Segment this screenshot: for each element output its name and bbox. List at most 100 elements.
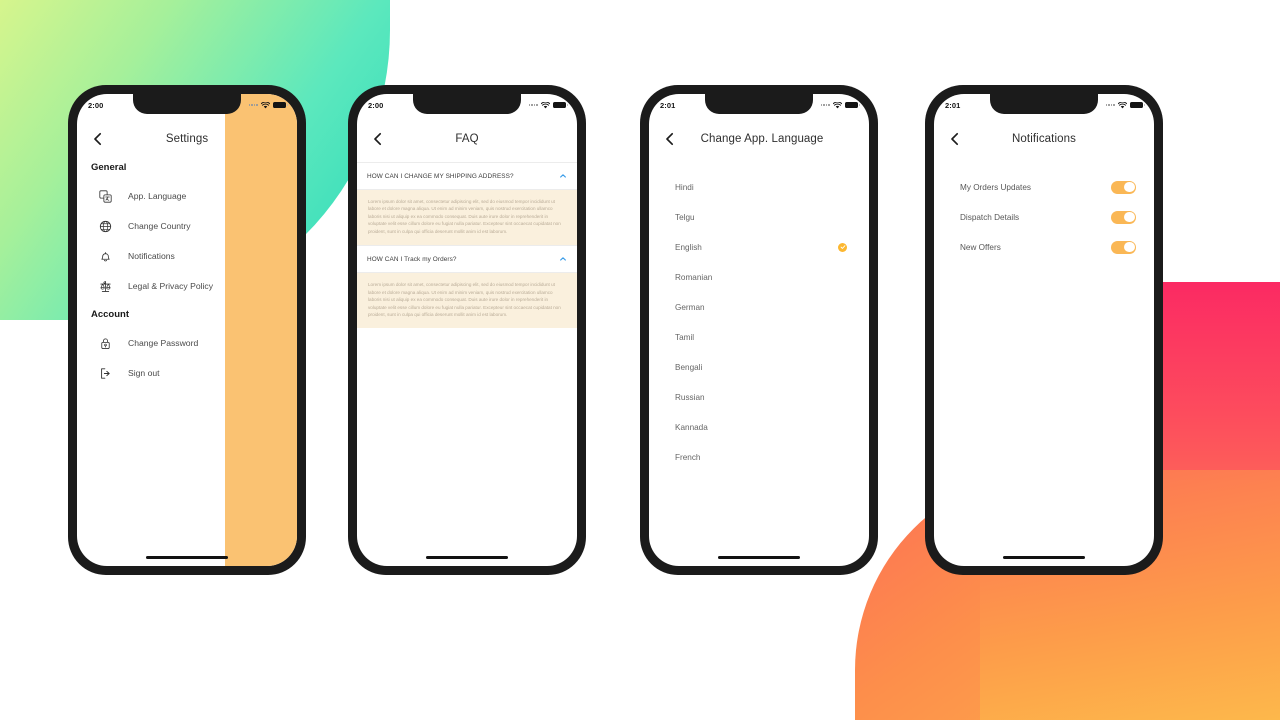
notification-label: My Orders Updates	[960, 182, 1031, 192]
toggle-knob	[1124, 241, 1135, 253]
settings-item-legal-privacy-policy[interactable]: Legal & Privacy Policy	[77, 271, 297, 301]
section-heading-account: Account	[91, 309, 129, 320]
notification-label: New Offers	[960, 242, 1001, 252]
screen-notifications: 2:01 Notifications My Orders Updates Dis…	[934, 94, 1154, 566]
translate-icon	[99, 189, 112, 203]
chevron-up-icon[interactable]	[559, 255, 567, 263]
back-chevron-icon[interactable]	[371, 132, 385, 146]
faq-question-text: HOW CAN I CHANGE MY SHIPPING ADDRESS?	[367, 172, 514, 180]
language-option-french[interactable]: French	[649, 442, 869, 472]
language-label: Bengali	[675, 362, 703, 372]
language-option-german[interactable]: German	[649, 292, 869, 322]
lock-icon	[99, 337, 112, 350]
phone-frame-settings: 2:00 Settings General App. Language Chan…	[68, 85, 306, 575]
wifi-icon	[261, 101, 270, 109]
battery-icon	[845, 101, 860, 109]
notch	[413, 94, 521, 114]
language-label: Kannada	[675, 422, 708, 432]
settings-item-sign-out[interactable]: Sign out	[77, 358, 297, 388]
phone-frame-notifications: 2:01 Notifications My Orders Updates Dis…	[925, 85, 1163, 575]
signal-dots-icon	[528, 103, 538, 107]
language-option-kannada[interactable]: Kannada	[649, 412, 869, 442]
back-chevron-icon[interactable]	[948, 132, 962, 146]
notification-row-dispatch-details: Dispatch Details	[934, 202, 1154, 232]
settings-item-label: Legal & Privacy Policy	[128, 281, 214, 291]
language-label: Hindi	[675, 182, 694, 192]
notification-label: Dispatch Details	[960, 212, 1020, 222]
settings-item-change-password[interactable]: Change Password	[77, 328, 297, 358]
language-label: Romanian	[675, 272, 713, 282]
app-mockup-stage: 2:00 Settings General App. Language Chan…	[0, 0, 1280, 720]
settings-item-label: App. Language	[128, 191, 187, 201]
status-time: 2:01	[945, 100, 961, 110]
language-option-tamil[interactable]: Tamil	[649, 322, 869, 352]
screen-language: 2:01 Change App. Language Hindi Telgu En…	[649, 94, 869, 566]
language-option-english[interactable]: English	[649, 232, 869, 262]
chevron-up-icon[interactable]	[559, 172, 567, 180]
language-option-bengali[interactable]: Bengali	[649, 352, 869, 382]
page-title: Settings	[165, 133, 209, 145]
signal-dots-icon	[248, 103, 258, 107]
settings-item-notifications[interactable]: Notifications	[77, 241, 297, 271]
language-list: Hindi Telgu English Romanian German Tami…	[649, 162, 869, 472]
notification-row-new-offers: New Offers	[934, 232, 1154, 262]
faq-question-header[interactable]: HOW CAN I CHANGE MY SHIPPING ADDRESS?	[357, 162, 577, 190]
settings-item-app-language[interactable]: App. Language	[77, 181, 297, 211]
toggle-my-orders-updates[interactable]	[1111, 180, 1136, 194]
nav-bar-settings: Settings	[77, 116, 297, 162]
language-option-hindi[interactable]: Hindi	[649, 172, 869, 202]
nav-bar-language: Change App. Language	[649, 116, 869, 162]
wifi-icon	[541, 101, 550, 109]
language-label: Tamil	[675, 332, 695, 342]
notification-row-my-orders-updates: My Orders Updates	[934, 172, 1154, 202]
toggle-knob	[1124, 211, 1135, 223]
toggle-dispatch-details[interactable]	[1111, 210, 1136, 224]
home-indicator	[1003, 556, 1085, 559]
globe-icon	[99, 220, 112, 233]
home-indicator	[146, 556, 228, 559]
screen-settings: 2:00 Settings General App. Language Chan…	[77, 94, 297, 566]
bell-icon	[99, 250, 112, 263]
settings-item-label: Change Password	[128, 338, 199, 348]
language-option-telgu[interactable]: Telgu	[649, 202, 869, 232]
section-heading-general: General	[91, 162, 127, 173]
language-option-russian[interactable]: Russian	[649, 382, 869, 412]
toggle-knob	[1124, 181, 1135, 193]
signal-dots-icon	[820, 103, 830, 107]
language-label: French	[675, 452, 701, 462]
status-time: 2:01	[660, 100, 676, 110]
page-title: Notifications	[1012, 133, 1076, 145]
wifi-icon	[1118, 101, 1127, 109]
language-label: German	[675, 302, 705, 312]
scales-icon	[99, 280, 112, 293]
back-chevron-icon[interactable]	[663, 132, 677, 146]
notch	[705, 94, 813, 114]
nav-bar-notifications: Notifications	[934, 116, 1154, 162]
settings-item-change-country[interactable]: Change Country	[77, 211, 297, 241]
language-label: Russian	[675, 392, 705, 402]
wifi-icon	[833, 101, 842, 109]
language-option-romanian[interactable]: Romanian	[649, 262, 869, 292]
status-time: 2:00	[88, 100, 104, 110]
faq-question-text: HOW CAN I Track my Orders?	[367, 255, 457, 263]
faq-answer-text: Lorem ipsum dolor sit amet, consectetur …	[357, 273, 577, 329]
page-title: FAQ	[455, 133, 479, 145]
status-time: 2:00	[368, 100, 384, 110]
language-label: English	[675, 242, 702, 252]
notch	[990, 94, 1098, 114]
toggle-new-offers[interactable]	[1111, 240, 1136, 254]
back-chevron-icon[interactable]	[91, 132, 105, 146]
phone-frame-faq: 2:00 FAQ HOW CAN I CHANGE MY SHIPPING AD…	[348, 85, 586, 575]
settings-item-label: Notifications	[128, 251, 175, 261]
settings-item-label: Sign out	[128, 368, 160, 378]
settings-list: General App. Language Change Country Not…	[77, 162, 297, 388]
faq-accordion-list: HOW CAN I CHANGE MY SHIPPING ADDRESS? Lo…	[357, 162, 577, 329]
screen-faq: 2:00 FAQ HOW CAN I CHANGE MY SHIPPING AD…	[357, 94, 577, 566]
faq-answer-text: Lorem ipsum dolor sit amet, consectetur …	[357, 190, 577, 246]
nav-bar-faq: FAQ	[357, 116, 577, 162]
notification-toggle-list: My Orders Updates Dispatch Details New O…	[934, 162, 1154, 262]
faq-question-header[interactable]: HOW CAN I Track my Orders?	[357, 245, 577, 274]
phone-frame-language: 2:01 Change App. Language Hindi Telgu En…	[640, 85, 878, 575]
settings-item-label: Change Country	[128, 221, 191, 231]
